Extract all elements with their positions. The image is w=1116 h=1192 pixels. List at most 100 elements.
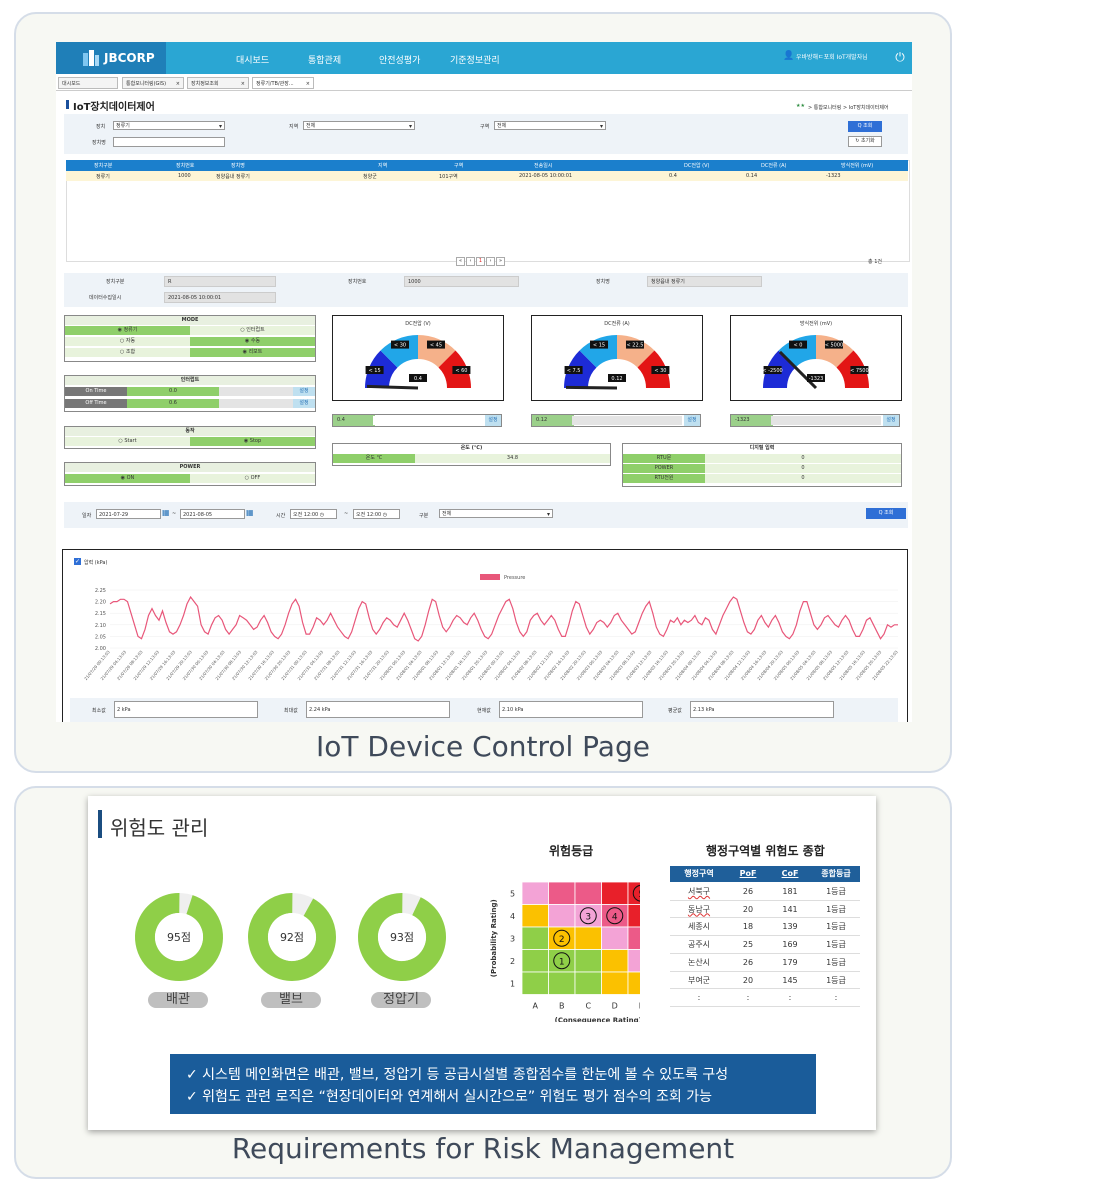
tab-dashboard[interactable]: 대시보드 <box>58 77 118 89</box>
risk-panel: 위험도 관리 95점배관 92점밸브 93점정압기 위험등급 5 4 3 2 1 A B C D E 1… <box>14 786 952 1179</box>
gauge-setpoint-bar: -1323 설정 <box>730 414 900 427</box>
option-label: 정류기 <box>123 327 138 333</box>
gauge-band-label: < 45 <box>430 343 442 349</box>
note-line-2: ✓ 위험도 관련 로직은 “현장데이터와 연계해서 실시간으로” 위험도 평가 … <box>186 1089 712 1105</box>
gauge-band-label: < 15 <box>368 368 380 374</box>
last-page-button[interactable]: » <box>496 257 505 266</box>
gauge-setpoint-bar: 0.4 설정 <box>332 414 502 427</box>
type-value: R <box>164 276 276 287</box>
matrix-cell <box>601 949 629 973</box>
next-page-button[interactable]: › <box>486 257 495 266</box>
matrix-cell <box>601 926 629 950</box>
reset-button[interactable]: ↻ 초기화 <box>848 136 882 147</box>
time-label: 시간 <box>276 513 286 519</box>
mode-manual[interactable]: ◉ 수동 <box>190 337 315 346</box>
gauge-band-label: < 7500 <box>850 368 869 374</box>
to-date-input[interactable]: 2021-08-05 <box>180 509 245 519</box>
power-off-radio[interactable]: ○ OFF <box>190 474 315 483</box>
facility-label[interactable]: 정압기 <box>371 992 431 1008</box>
name-input[interactable] <box>113 137 225 147</box>
search-button[interactable]: Q 조회 <box>848 121 882 132</box>
series-checkbox[interactable]: ✓ <box>74 558 81 565</box>
nav-dashboard[interactable]: 대시보드 <box>236 53 269 66</box>
name-label: 장치명 <box>596 279 610 285</box>
grid-cell: 청양군 <box>363 174 377 180</box>
mode-interrupt[interactable]: ○ 인터럽트 <box>190 326 315 335</box>
nav-reference[interactable]: 기준정보관리 <box>450 53 500 66</box>
device-select[interactable]: 정류기 <box>113 121 225 131</box>
grid-header-cell: 방식전위 (mV) <box>841 163 874 169</box>
gauge-band-label: < 60 <box>455 368 467 374</box>
no-label: 장치번호 <box>348 279 367 285</box>
nav-monitoring[interactable]: 통합관제 <box>308 53 341 66</box>
setpoint-button[interactable]: 설정 <box>485 415 501 426</box>
action-title: 동작 <box>65 427 315 436</box>
mode-rectifier[interactable]: ◉ 정류기 <box>65 326 190 335</box>
temperature-value: 34.8 <box>415 454 610 463</box>
matrix-cell <box>627 926 640 950</box>
gauge-needle <box>565 385 618 390</box>
close-icon[interactable]: × <box>176 78 180 90</box>
on-time-value[interactable]: 0.0 <box>127 387 219 396</box>
user-name[interactable]: 우바방해ㄷ포회 IoT개발자님 <box>796 52 868 61</box>
no-value: 1000 <box>404 276 519 287</box>
setpoint-input[interactable] <box>771 416 881 425</box>
stop-radio[interactable]: ◉ Stop <box>190 437 315 446</box>
zone-select[interactable]: 전체 <box>494 121 606 131</box>
stat-value: 2 kPa <box>114 701 258 718</box>
on-time-label: On Time <box>65 387 127 396</box>
start-radio[interactable]: ○ Start <box>65 437 190 446</box>
risk-mark-number: 3 <box>585 912 591 922</box>
close-icon[interactable]: × <box>241 78 245 90</box>
kind-select[interactable]: 전체 <box>439 509 553 519</box>
off-time-input[interactable] <box>219 399 293 408</box>
setpoint-input[interactable] <box>572 416 682 425</box>
tab-device-info[interactable]: 장치정보조회 × <box>187 77 249 89</box>
from-date-input[interactable]: 2021-07-29 <box>96 509 161 519</box>
pressure-series-line <box>109 595 898 642</box>
setpoint-input[interactable] <box>373 416 483 425</box>
mode-combo[interactable]: ○ 조합 <box>65 348 190 357</box>
mode-auto[interactable]: ○ 자동 <box>65 337 190 346</box>
gauge-band-label: < 22.5 <box>627 343 644 349</box>
region-value: 전체 <box>306 123 316 129</box>
table-row[interactable] <box>66 171 908 181</box>
tab-gis[interactable]: 통합모니터링(GIS) × <box>122 77 184 89</box>
legend-label: Pressure <box>504 575 525 581</box>
close-icon[interactable]: × <box>306 78 310 90</box>
on-set-button[interactable]: 설정 <box>293 387 315 396</box>
to-time-input[interactable]: 오전 12:00 ◷ <box>353 509 400 519</box>
on-time-input[interactable] <box>219 387 293 396</box>
time-value: 2021-08-05 10:00:01 <box>164 292 276 303</box>
from-time-input[interactable]: 오전 12:00 ◷ <box>290 509 337 519</box>
matrix-cell <box>627 949 640 973</box>
setpoint-button[interactable]: 설정 <box>883 415 899 426</box>
table-cell: 26 <box>742 957 754 967</box>
page-1-button[interactable]: 1 <box>476 257 485 266</box>
nav-safety[interactable]: 안전성평가 <box>379 53 420 66</box>
table-cell: 1등급 <box>826 940 846 950</box>
caption-risk: Requirements for Risk Management <box>231 1132 735 1165</box>
gauge-band-label: < -2500 <box>762 368 782 374</box>
table-cell: : <box>746 993 750 1003</box>
tab-rectifier[interactable]: 정류기/TB/관장... × <box>252 77 314 89</box>
region-select[interactable]: 전체 <box>303 121 415 131</box>
facility-label[interactable]: 밸브 <box>261 992 321 1008</box>
facility-label[interactable]: 배관 <box>148 992 208 1008</box>
first-page-button[interactable]: « <box>456 257 465 266</box>
mode-remote[interactable]: ◉ 리모트 <box>190 348 315 357</box>
risk-mark-number: 2 <box>559 935 565 945</box>
calendar-icon[interactable]: ▦ <box>162 508 170 517</box>
prev-page-button[interactable]: ‹ <box>466 257 475 266</box>
calendar-icon[interactable]: ▦ <box>246 508 254 517</box>
power-on-radio[interactable]: ◉ ON <box>65 474 190 483</box>
logo-area[interactable]: JBCORP <box>56 42 166 74</box>
gauge-panel: 방식전위 (mV) < -2500 < 0 < 5000 < 7500 -1323 <box>730 315 902 401</box>
off-time-value[interactable]: 0.6 <box>127 399 219 408</box>
matrix-cell <box>521 926 549 950</box>
power-icon[interactable]: ⏻ <box>892 49 908 65</box>
device-label: 장치 <box>96 124 106 130</box>
date-search-button[interactable]: Q 조회 <box>866 508 906 519</box>
setpoint-button[interactable]: 설정 <box>684 415 700 426</box>
off-set-button[interactable]: 설정 <box>293 399 315 408</box>
